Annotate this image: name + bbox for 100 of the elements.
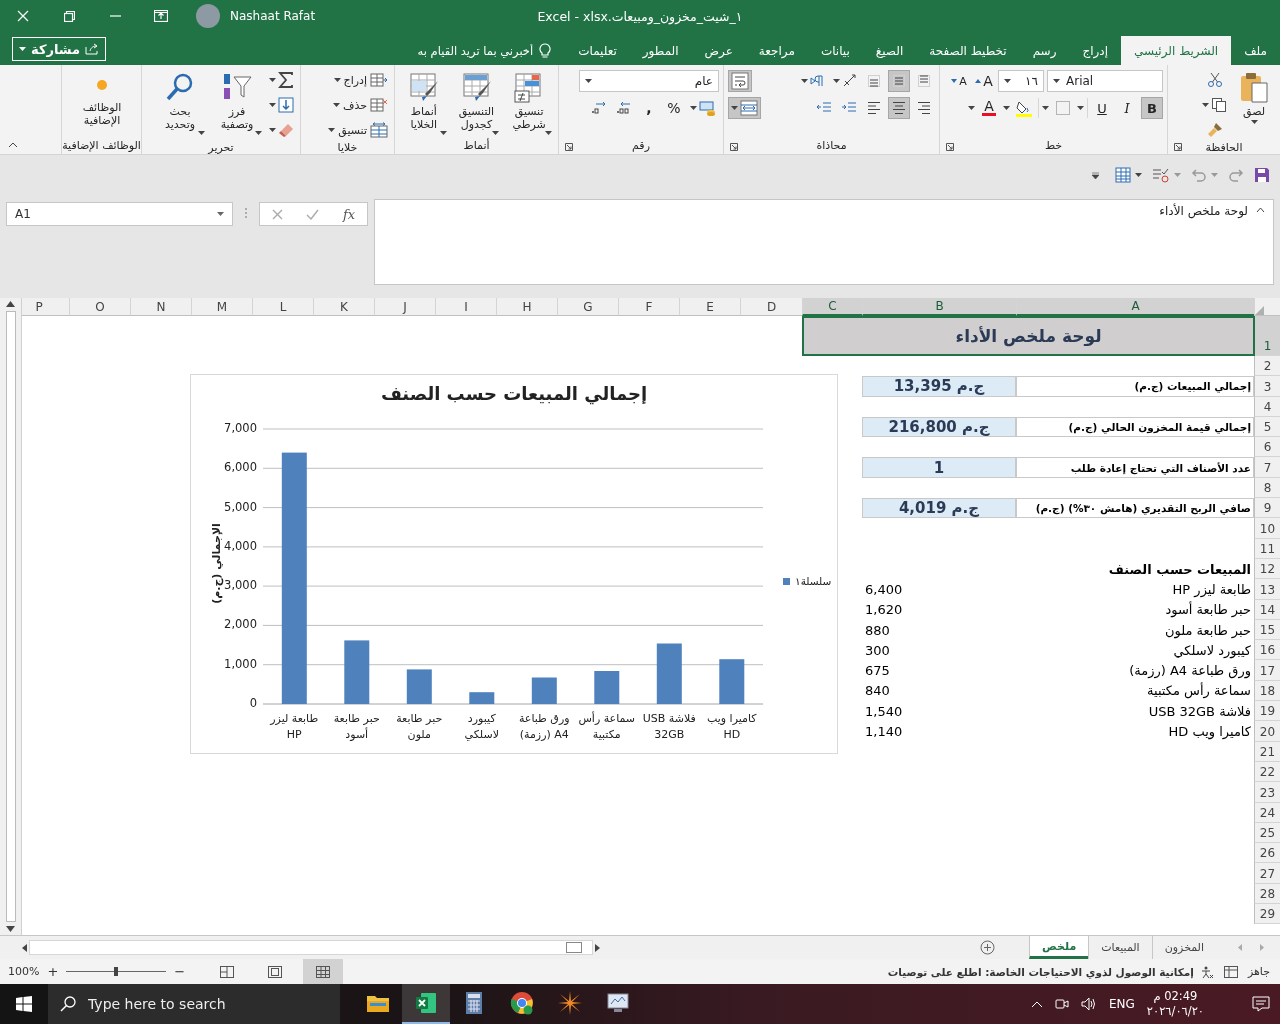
table-cell[interactable]: 1 <box>862 457 1016 478</box>
table-cell[interactable]: كيبورد لاسلكي <box>1016 640 1254 661</box>
autosum-button[interactable] <box>267 69 296 91</box>
row-header[interactable]: 10 <box>1254 518 1280 539</box>
lightbulb-icon[interactable] <box>539 42 552 59</box>
column-header[interactable]: C <box>802 298 862 316</box>
normal-view-button[interactable] <box>303 959 344 984</box>
speaker-icon[interactable] <box>1080 997 1097 1011</box>
sheet-tab[interactable]: ملخص <box>1029 936 1089 959</box>
table-cell[interactable]: كاميرا ويب HD <box>1016 721 1254 742</box>
align-center-button[interactable] <box>888 97 910 119</box>
caret-icon[interactable] <box>968 106 975 110</box>
format-cells-button[interactable]: تنسيق <box>326 119 390 141</box>
share-button[interactable]: مشاركة <box>12 37 107 61</box>
chevron-up-icon[interactable] <box>1256 207 1265 213</box>
row-header[interactable]: 7 <box>1254 457 1280 478</box>
delete-cells-button[interactable]: حذف <box>326 94 390 116</box>
table-cell[interactable]: ج.م 4,019 <box>862 498 1016 519</box>
merge-center-button[interactable] <box>728 97 761 119</box>
caret-icon[interactable] <box>1053 79 1060 83</box>
caret-icon[interactable] <box>269 78 276 82</box>
wrap-text-button[interactable] <box>728 70 752 92</box>
table-cell[interactable]: 6,400 <box>862 579 1016 600</box>
table-cell[interactable]: ج.م 13,395 <box>862 376 1016 397</box>
column-header[interactable]: G <box>557 298 618 316</box>
caret-icon[interactable] <box>1135 173 1142 177</box>
row-header[interactable]: 28 <box>1254 883 1280 904</box>
caret-icon[interactable] <box>731 106 738 110</box>
table-cell[interactable]: فلاشة USB 32GB <box>1016 701 1254 722</box>
dialog-launcher-icon[interactable] <box>565 143 573 151</box>
taskbar-search-field[interactable]: Type here to search <box>48 984 340 1024</box>
table-cell[interactable]: 675 <box>862 660 1016 681</box>
column-header[interactable]: E <box>679 298 740 316</box>
paste-button[interactable]: لصق <box>1232 69 1276 126</box>
row-header[interactable]: 27 <box>1254 863 1280 884</box>
row-header[interactable]: 20 <box>1254 721 1280 742</box>
underline-button[interactable]: U <box>1091 97 1113 119</box>
caret-icon[interactable] <box>1077 106 1084 110</box>
clock[interactable]: 02:49 م ٢٠٢٦/٠٦/٢٠ <box>1146 989 1204 1019</box>
taskbar-app[interactable] <box>402 984 450 1024</box>
caret-icon[interactable] <box>545 131 552 135</box>
column-header[interactable]: B <box>862 298 1016 316</box>
save-button[interactable] <box>1254 167 1270 183</box>
row-header[interactable]: 11 <box>1254 538 1280 559</box>
row-header[interactable]: 5 <box>1254 416 1280 438</box>
ribbon-tab[interactable]: بيانات <box>807 36 863 65</box>
horizontal-scrollbar[interactable] <box>29 940 593 955</box>
scroll-up-button[interactable] <box>6 301 15 307</box>
row-header[interactable]: 14 <box>1254 599 1280 620</box>
table-cell[interactable]: سماعة رأس مكتبية <box>1016 680 1254 702</box>
ribbon-tab[interactable]: مراجعة <box>745 36 808 65</box>
row-header[interactable]: 29 <box>1254 904 1280 925</box>
column-header[interactable]: P <box>22 298 69 316</box>
table-cell[interactable]: حبر طابعة أسود <box>1016 599 1254 620</box>
caret-icon[interactable] <box>198 131 205 135</box>
caret-icon[interactable] <box>690 106 697 110</box>
accessibility-button[interactable]: إمكانية الوصول لذوي الاحتياجات الخاصة: اطلع على توصيات <box>887 964 1214 979</box>
table-cell[interactable]: إجمالي قيمة المخزون الحالي (ج.م) <box>1016 416 1254 438</box>
caret-icon[interactable] <box>801 79 808 83</box>
row-header[interactable]: 4 <box>1254 396 1280 417</box>
table-cell[interactable]: 1,620 <box>862 599 1016 620</box>
italic-button[interactable]: I <box>1116 97 1138 119</box>
zoom-level[interactable]: 100% <box>8 965 40 978</box>
row-header[interactable]: 18 <box>1254 680 1280 702</box>
scrollbar-thumb[interactable] <box>566 942 582 953</box>
table-cell[interactable]: 880 <box>862 619 1016 641</box>
row-header[interactable]: 19 <box>1254 701 1280 722</box>
ribbon-tab[interactable]: تعليمات <box>565 36 630 65</box>
caret-icon[interactable] <box>1003 106 1010 110</box>
row-header[interactable]: 21 <box>1254 741 1280 762</box>
table-cell[interactable]: طابعة ليزر HP <box>1016 579 1254 600</box>
ribbon-tab[interactable]: تخطيط الصفحة <box>916 36 1020 65</box>
table-cell[interactable]: حبر طابعة ملون <box>1016 619 1254 641</box>
dialog-launcher-icon[interactable] <box>946 143 954 151</box>
table-cell[interactable]: عدد الأصناف التي تحتاج إعادة طلب <box>1016 457 1254 478</box>
number-format-dropdown[interactable]: عام <box>579 70 719 92</box>
name-box[interactable]: A1 <box>6 202 233 226</box>
table-cell[interactable]: صافي الربح التقديري (هامش ٣٠%) (ج.م) <box>1016 498 1254 519</box>
table-cell[interactable]: 1,540 <box>862 701 1016 722</box>
caret-icon[interactable] <box>585 79 592 83</box>
title-cell[interactable]: لوحة ملخص الأداء <box>802 316 1255 356</box>
table-cell[interactable]: 300 <box>862 640 1016 661</box>
caret-icon[interactable] <box>328 128 336 132</box>
formula-field[interactable]: لوحة ملخص الأداء <box>374 199 1274 285</box>
column-header[interactable]: H <box>496 298 557 316</box>
column-header[interactable]: L <box>252 298 313 316</box>
row-header[interactable]: 16 <box>1254 640 1280 661</box>
shrink-font-button[interactable]: A <box>948 70 970 92</box>
add-sheet-button[interactable] <box>980 940 995 955</box>
row-header[interactable]: 12 <box>1254 558 1280 580</box>
caret-icon[interactable] <box>492 131 500 135</box>
caret-icon[interactable] <box>19 47 26 51</box>
row-header[interactable]: 15 <box>1254 619 1280 641</box>
caret-icon[interactable] <box>217 212 224 216</box>
checklist-button[interactable] <box>1152 167 1181 183</box>
row-header[interactable]: 6 <box>1254 437 1280 458</box>
caret-icon[interactable] <box>1202 103 1209 107</box>
ribbon-tab[interactable]: عرض <box>691 36 746 65</box>
customize-toolbar-button[interactable] <box>1092 171 1099 179</box>
percent-button[interactable]: % <box>663 97 685 119</box>
